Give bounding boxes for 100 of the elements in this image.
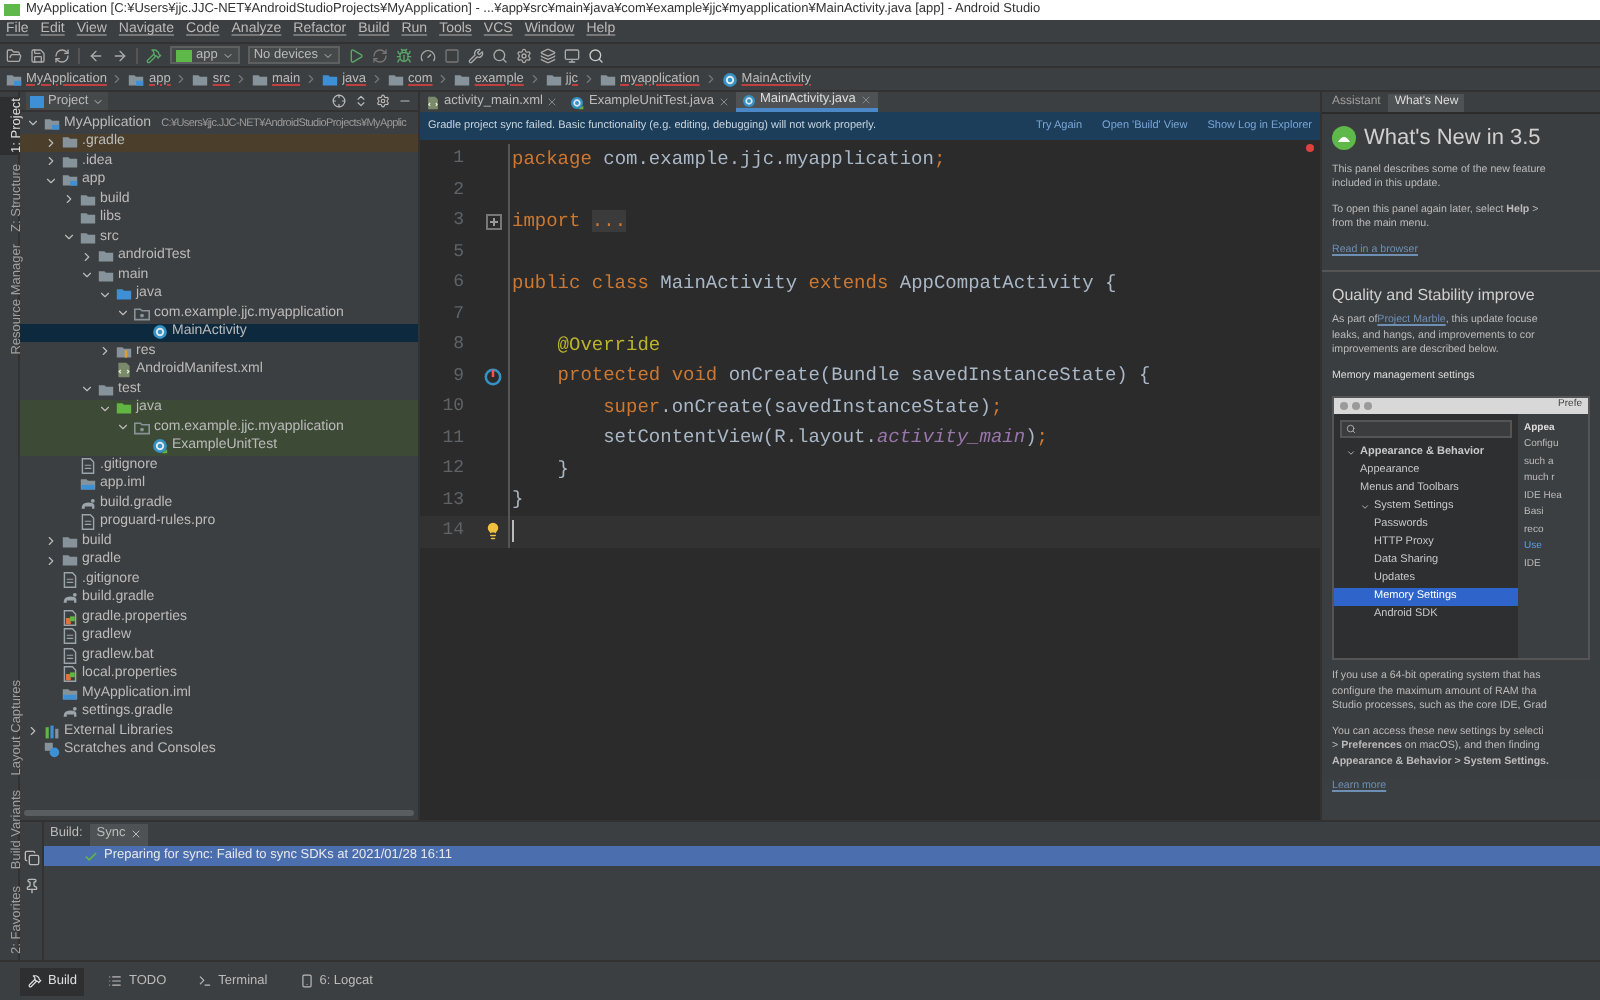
copy-icon[interactable] [23,850,39,866]
debug-icon[interactable] [396,47,413,63]
hammer-icon[interactable] [146,47,162,63]
close-icon[interactable] [546,96,559,108]
text-cursor [512,520,514,543]
error-stripe-icon[interactable] [1306,144,1314,152]
search-field[interactable] [1340,419,1512,437]
dropdown-caret-icon [322,49,335,61]
xml-file-icon [426,95,440,109]
properties-file-icon [62,609,78,626]
gradle-file-icon [62,704,78,721]
line-number: 8 [451,332,464,358]
code-line: @Override [555,331,661,360]
module-folder-icon [44,115,60,132]
build-icon [28,974,42,988]
gauge-icon[interactable] [420,47,437,63]
xml-file-icon [116,362,132,379]
layers-icon[interactable] [540,47,557,63]
breadcrumb-separator-icon [582,72,597,86]
code-line: public class MainActivity extends AppCompatActivity { [512,269,1117,298]
line-number: 10 [440,394,464,420]
project-icon [30,95,44,107]
dropdown-caret-icon [92,95,105,107]
settings-icon[interactable] [376,94,390,108]
test-class-icon [152,438,168,455]
logcat-icon [299,974,314,988]
folder-icon [252,71,268,87]
properties-file-icon [62,666,78,683]
code-line: } [555,455,570,484]
pin-icon[interactable] [23,878,39,894]
code-line: } [512,486,524,515]
sync-icon[interactable] [54,47,70,63]
resources-folder-icon [116,343,132,360]
gradle-file-icon [62,590,78,607]
folder-icon [388,71,405,87]
code-line: setContentView(R.layout.activity_main); [601,424,1048,453]
line-number: 1 [451,146,464,172]
android-head-icon [1332,126,1356,150]
code-line: protected void onCreate(Bundle savedInstanceState) { [555,362,1151,391]
file-icon [80,514,96,531]
package-icon [134,419,150,436]
panel-heading: What's New in 3.5 [1364,123,1541,154]
search-icon[interactable] [588,47,605,63]
folder-icon [600,71,617,87]
locate-icon[interactable] [332,94,346,108]
folder-icon [192,71,209,87]
breadcrumb-separator-icon [527,72,542,86]
search-icon[interactable] [492,47,509,63]
line-number: 3 [451,208,464,234]
module-file-icon [80,476,96,493]
terminal-icon [198,974,213,988]
code-line: package com.example.jjc.myapplication; [512,145,946,174]
fold-icon[interactable] [486,213,502,230]
line-number: 7 [451,301,464,327]
folder-icon [545,71,562,87]
test-folder-icon [116,400,132,417]
check-icon [84,849,98,863]
module-folder-icon [6,71,22,87]
module-folder-icon [62,172,78,189]
close-icon[interactable] [129,828,142,840]
dropdown-caret-icon [221,49,234,61]
line-number: 11 [440,425,464,451]
source-folder-icon [116,286,132,303]
breadcrumb-separator-icon [110,72,125,86]
folder-icon [454,71,471,87]
line-number: 12 [440,456,464,482]
open-folder-icon[interactable] [6,47,22,63]
breadcrumb-separator-icon [304,72,319,86]
module-file-icon [62,685,78,702]
line-number: 5 [451,239,464,265]
save-icon[interactable] [30,47,46,63]
file-icon [62,571,78,588]
forward-arrow-icon[interactable] [112,47,128,63]
class-icon [152,324,168,341]
collapse-all-icon[interactable] [354,94,368,108]
todo-icon [108,974,123,988]
code-line: super.onCreate(savedInstanceState); [601,393,1003,422]
code-line: import ... [512,207,627,236]
source-folder-icon [322,71,339,87]
search-icon [1346,423,1356,433]
settings-icon[interactable] [516,47,533,63]
package-icon [134,305,150,322]
monitor-icon[interactable] [564,47,581,63]
section-heading: Quality and Stability improve [1332,283,1537,307]
breadcrumb-separator-icon [234,72,248,86]
line-number: 2 [451,177,464,203]
refresh-icon[interactable] [372,47,389,63]
line-number: 13 [440,487,464,513]
breadcrumb-separator-icon [703,72,718,86]
wrench-icon[interactable] [468,47,485,63]
lightbulb-icon[interactable] [484,522,502,541]
line-number: 9 [451,363,464,389]
line-number: 6 [451,270,464,296]
hide-icon[interactable] [398,94,412,108]
breadcrumb-separator-icon [436,72,451,86]
close-icon[interactable] [717,96,730,108]
gradle-file-icon [80,495,96,512]
back-arrow-icon[interactable] [88,47,104,63]
override-icon[interactable] [484,367,502,386]
run-icon[interactable] [348,47,365,63]
